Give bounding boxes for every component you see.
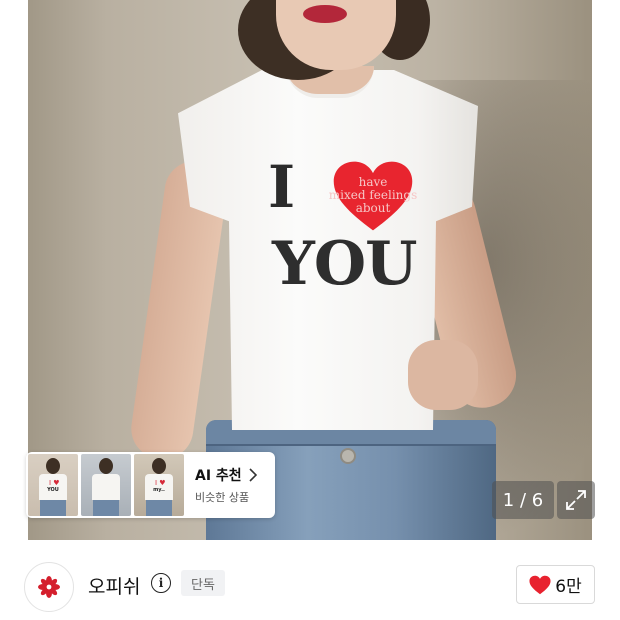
thumbnail-model-head (152, 458, 166, 474)
thumbnail-model-shirt (92, 474, 120, 500)
expand-arrows-icon (566, 490, 586, 510)
thumbnail-print-top: I ♥ (49, 479, 60, 487)
tshirt-print-you: YOU (272, 229, 417, 299)
heart-icon (529, 575, 551, 594)
ai-recommend-title: AI 추천 (195, 468, 242, 484)
ai-recommend-card[interactable]: I ♥ YOU I ♥ my.. AI 추천 비슷한 상품 (26, 452, 275, 518)
brand-flower-icon (38, 576, 60, 598)
thumbnail-print-bottom: my.. (153, 487, 165, 493)
ai-recommend-thumbnail[interactable]: I ♥ my.. (134, 454, 184, 516)
ai-recommend-thumbnail[interactable] (81, 454, 131, 516)
ai-recommend-thumbnail[interactable]: I ♥ YOU (28, 454, 78, 516)
tshirt-print-phrase: have mixed feelings about (328, 176, 418, 215)
ai-recommend-text[interactable]: AI 추천 비슷한 상품 (195, 465, 257, 505)
thumbnail-model-head (46, 458, 60, 474)
expand-image-button[interactable] (557, 481, 595, 519)
brand-name[interactable]: 오피쉬 (88, 572, 140, 599)
brand-logo[interactable] (24, 562, 74, 612)
image-counter: 1 / 6 (492, 481, 554, 519)
thumbnail-model-jeans (40, 500, 66, 516)
exclusive-badge: 단독 (181, 570, 225, 596)
thumbnail-print-top: I ♥ (155, 479, 166, 487)
model-lips (303, 5, 347, 23)
brand-row: 오피쉬 i 단독 6만 (0, 548, 620, 620)
thumbnail-model-jeans (146, 500, 172, 516)
model-right-hand (408, 340, 478, 410)
like-button[interactable]: 6만 (516, 565, 595, 604)
tshirt-print-i: I (268, 153, 296, 221)
phrase-line-3: about (355, 201, 391, 215)
ai-recommend-title-row: AI 추천 (195, 465, 257, 485)
thumbnail-model-jeans (93, 500, 119, 516)
like-count: 6만 (555, 577, 582, 597)
thumbnail-model-head (99, 458, 113, 474)
ai-recommend-subtitle: 비슷한 상품 (195, 491, 250, 504)
thumbnail-print-bottom: YOU (47, 487, 59, 493)
chevron-right-icon (249, 468, 257, 482)
jeans-button (340, 448, 356, 464)
info-icon[interactable]: i (151, 573, 171, 593)
